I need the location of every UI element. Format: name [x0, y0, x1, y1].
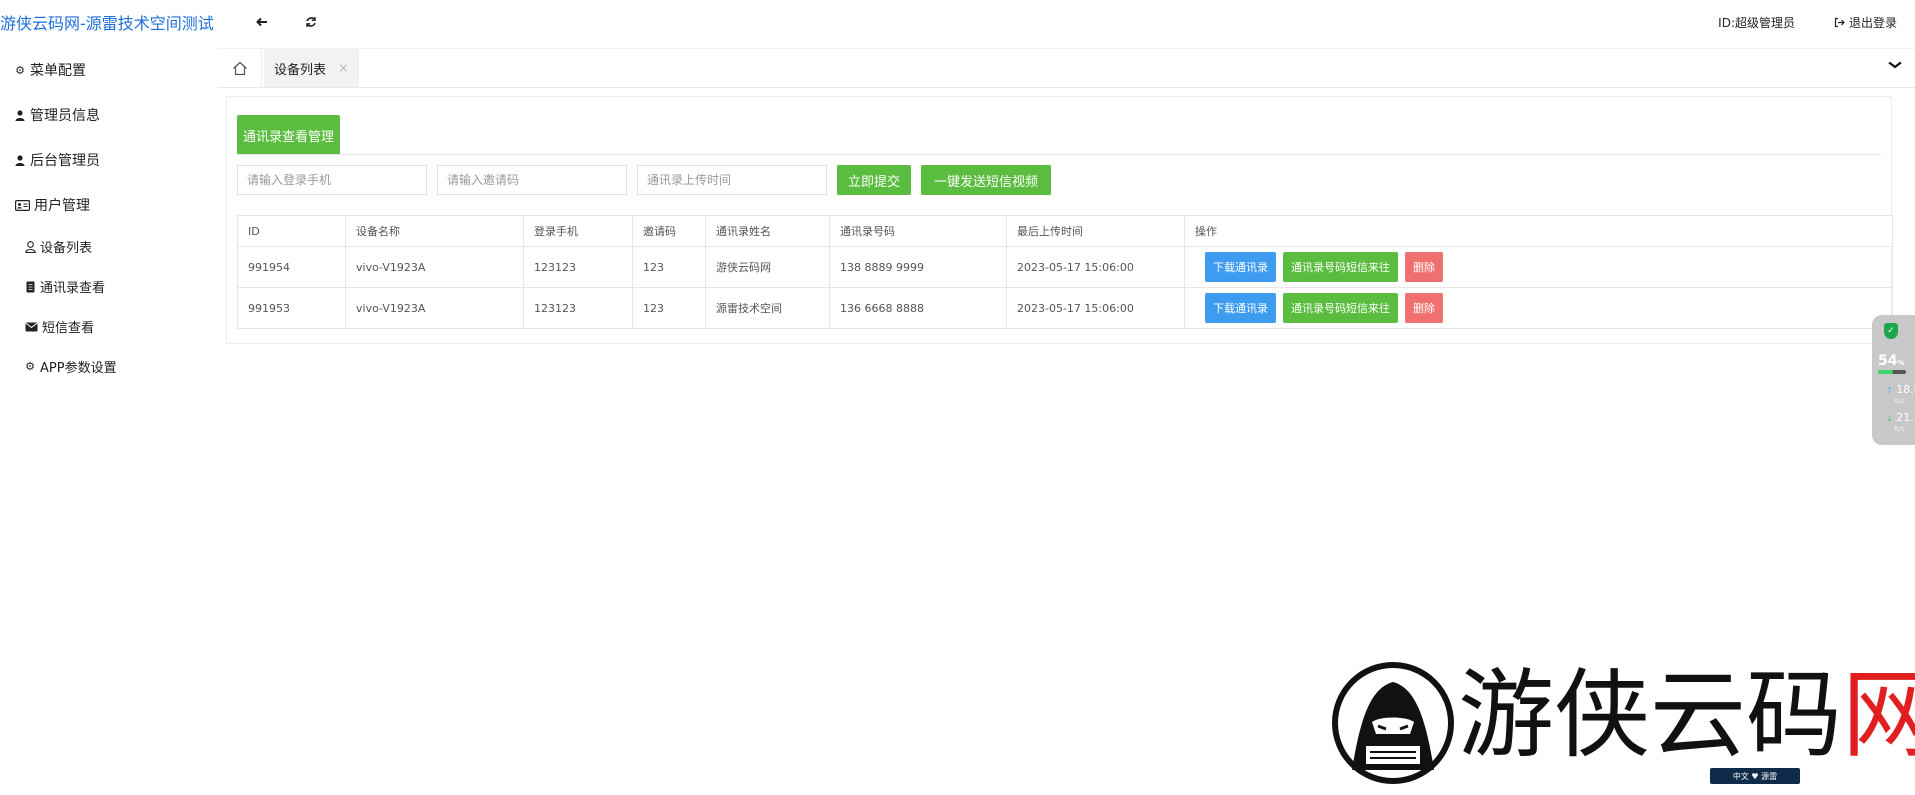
watermark-logo: 游侠云码网 中文 ♥ 源雷 — [1330, 660, 1915, 790]
phone-search-input[interactable] — [237, 165, 427, 195]
sidebar-item-device-list[interactable]: 设备列表 — [24, 237, 92, 256]
sidebar: ⚙ 菜单配置 管理员信息 后台管理员 用户管理 设备列表 通讯录查看 短信查看 … — [0, 44, 218, 795]
sidebar-item-label: 通讯录查看 — [40, 281, 106, 296]
sidebar-item-label: 用户管理 — [34, 198, 90, 214]
user-outline-icon — [24, 240, 36, 253]
contacts-sms-button[interactable]: 通讯录号码短信来往 — [1283, 293, 1398, 323]
home-tab[interactable] — [218, 49, 262, 87]
cell-id: 991954 — [237, 246, 346, 288]
sidebar-item-backend-admin[interactable]: 后台管理员 — [14, 150, 100, 170]
column-header: 操作 — [1184, 215, 1893, 247]
sidebar-item-label: 设备列表 — [40, 241, 93, 256]
shield-icon: ✓ — [1884, 323, 1898, 339]
table-row: 991953 vivo-V1923A 123123 123 源雷技术空间 136… — [237, 287, 1893, 329]
column-header: 通讯录号码 — [829, 215, 1007, 247]
tab-label: 设备列表 — [274, 62, 327, 78]
main-panel: 通讯录查看管理 立即提交 一键发送短信视频 ID 设备名称 登录手机 邀请码 通… — [226, 96, 1893, 344]
cell-upload-time: 2023-05-17 15:06:00 — [1006, 246, 1185, 288]
cell-contact-number: 138 8889 9999 — [829, 246, 1007, 288]
cell-upload-time: 2023-05-17 15:06:00 — [1006, 287, 1185, 329]
chevron-down-icon[interactable] — [1887, 59, 1903, 75]
submit-button[interactable]: 立即提交 — [837, 165, 911, 195]
logout-button[interactable]: 退出登录 — [1834, 14, 1897, 31]
download-arrow-icon: ↓ — [1886, 414, 1893, 423]
sidebar-item-label: 后台管理员 — [30, 153, 100, 169]
back-arrow-icon[interactable] — [252, 12, 272, 32]
divider — [237, 154, 1881, 155]
invite-code-input[interactable] — [437, 165, 627, 195]
cell-actions: 下载通讯录 通讯录号码短信来往 删除 — [1184, 287, 1893, 329]
send-sms-video-button[interactable]: 一键发送短信视频 — [921, 165, 1051, 195]
column-header: 通讯录姓名 — [705, 215, 830, 247]
table-header-row: ID 设备名称 登录手机 邀请码 通讯录姓名 通讯录号码 最后上传时间 操作 — [237, 215, 1893, 247]
sidebar-item-admin-info[interactable]: 管理员信息 — [14, 105, 100, 125]
hacker-mascot-icon — [1332, 662, 1454, 784]
cell-device: vivo-V1923A — [345, 287, 524, 329]
upload-time-input[interactable] — [637, 165, 827, 195]
table-row: 991954 vivo-V1923A 123123 123 游侠云码网 138 … — [237, 246, 1893, 288]
contacts-management-button[interactable]: 通讯录查看管理 — [237, 115, 341, 155]
user-icon — [14, 109, 26, 121]
sidebar-item-label: 管理员信息 — [30, 108, 100, 124]
sidebar-item-sms-view[interactable]: 短信查看 — [24, 317, 94, 336]
cell-invite: 123 — [632, 287, 706, 329]
logout-label: 退出登录 — [1848, 16, 1897, 30]
sidebar-item-menu-config[interactable]: ⚙ 菜单配置 — [14, 60, 86, 80]
download-rate: ↓ 21.5K/s — [1886, 411, 1915, 433]
phone-book-icon — [24, 281, 36, 293]
memory-bar — [1878, 370, 1906, 374]
upload-rate: ↑ 18.0K/s — [1886, 383, 1915, 405]
top-bar: 游侠云码网-源雷技术空间测试 ID:超级管理员 退出登录 — [0, 0, 1915, 44]
column-header: 设备名称 — [345, 215, 524, 247]
download-contacts-button[interactable]: 下载通讯录 — [1205, 252, 1276, 282]
delete-button[interactable]: 删除 — [1405, 252, 1443, 282]
sidebar-item-label: 菜单配置 — [30, 63, 86, 79]
upload-arrow-icon: ↑ — [1886, 386, 1893, 395]
delete-button[interactable]: 删除 — [1405, 293, 1443, 323]
user-icon — [14, 154, 26, 166]
gear-icon: ⚙ — [15, 63, 25, 77]
home-icon — [232, 61, 247, 75]
sidebar-item-label: APP参数设置 — [40, 361, 117, 376]
watermark-text: 游侠云码网 — [1458, 659, 1915, 771]
memory-percent: 54% — [1878, 353, 1905, 369]
tabs-bar: 设备列表 × — [218, 48, 1915, 88]
column-header: ID — [237, 215, 346, 247]
refresh-icon[interactable] — [301, 12, 321, 32]
envelope-icon — [24, 321, 38, 333]
sidebar-item-user-management[interactable]: 用户管理 — [14, 195, 90, 215]
cell-contact-name: 源雷技术空间 — [705, 287, 830, 329]
sidebar-item-contacts-view[interactable]: 通讯录查看 — [24, 277, 105, 296]
column-header: 登录手机 — [523, 215, 633, 247]
cell-contact-name: 游侠云码网 — [705, 246, 830, 288]
download-contacts-button[interactable]: 下载通讯录 — [1205, 293, 1276, 323]
cell-contact-number: 136 6668 8888 — [829, 287, 1007, 329]
cell-device: vivo-V1923A — [345, 246, 524, 288]
gear-icon: ⚙ — [25, 360, 35, 373]
cell-id: 991953 — [237, 287, 346, 329]
sign-out-icon — [1834, 17, 1846, 29]
network-speed-widget[interactable]: ✓ 54% ↑ 18.0K/s ↓ 21.5K/s — [1872, 315, 1915, 445]
contacts-sms-button[interactable]: 通讯录号码短信来往 — [1283, 252, 1398, 282]
tab-device-list[interactable]: 设备列表 × — [264, 49, 359, 87]
column-header: 最后上传时间 — [1006, 215, 1185, 247]
column-header: 邀请码 — [632, 215, 706, 247]
cell-invite: 123 — [632, 246, 706, 288]
cell-actions: 下载通讯录 通讯录号码短信来往 删除 — [1184, 246, 1893, 288]
cell-phone: 123123 — [523, 287, 633, 329]
id-card-icon — [14, 199, 30, 211]
cell-phone: 123123 — [523, 246, 633, 288]
brand-title[interactable]: 游侠云码网-源雷技术空间测试 — [0, 10, 214, 34]
user-id-label: ID:超级管理员 — [1718, 16, 1795, 30]
sidebar-item-app-settings[interactable]: ⚙ APP参数设置 — [24, 357, 117, 376]
close-icon[interactable]: × — [338, 61, 349, 76]
sidebar-item-label: 短信查看 — [42, 321, 95, 336]
watermark-badge: 中文 ♥ 源雷 — [1710, 768, 1800, 784]
device-table: ID 设备名称 登录手机 邀请码 通讯录姓名 通讯录号码 最后上传时间 操作 9… — [237, 215, 1893, 329]
